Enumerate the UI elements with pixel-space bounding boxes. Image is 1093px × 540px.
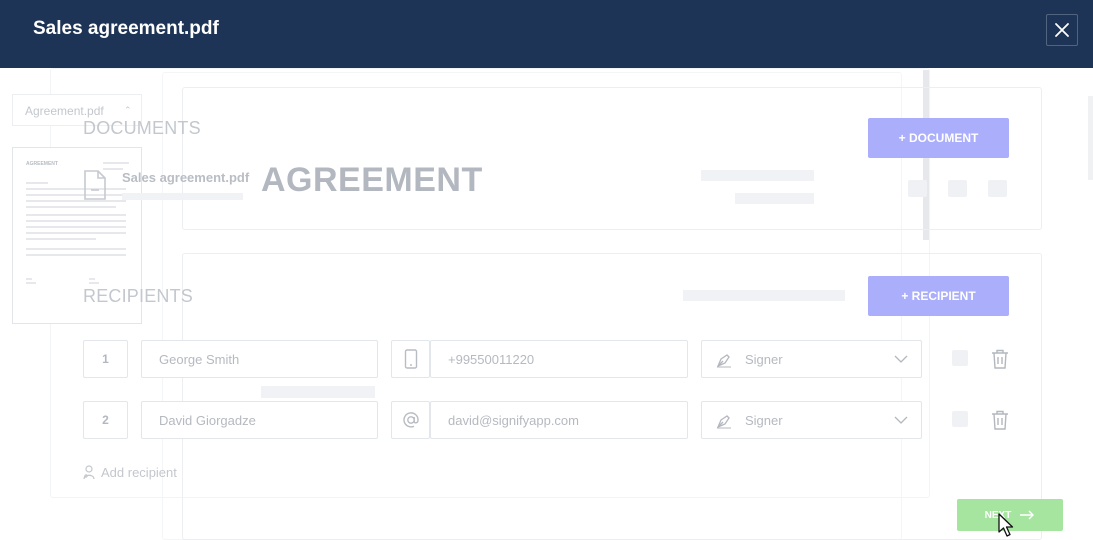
thumbnail-line <box>26 182 48 184</box>
delete-recipient-button[interactable] <box>991 410 1009 435</box>
at-icon <box>402 412 419 428</box>
thumbnail-line <box>26 254 126 256</box>
thumbnail-title: AGREEMENT <box>26 161 58 167</box>
document-action[interactable] <box>908 180 927 197</box>
ghost-divider <box>1088 96 1093 180</box>
recipient-role-value: Signer <box>745 352 783 367</box>
thumbnail-line <box>26 226 126 228</box>
file-select-value: Agreement.pdf <box>25 104 104 118</box>
contact-type-button[interactable] <box>391 340 430 378</box>
thumbnail-line <box>26 282 36 284</box>
thumbnail-line <box>26 206 116 208</box>
recipient-index: 1 <box>83 340 128 378</box>
thumbnail-line <box>26 248 126 250</box>
chevron-up-icon: ⌃ <box>124 105 132 115</box>
thumbnail-line <box>26 238 96 240</box>
trash-icon <box>992 349 1008 369</box>
thumbnail-line <box>26 220 126 222</box>
recipient-contact-field[interactable]: +99550011220 <box>430 340 688 378</box>
thumbnail-line <box>26 200 126 202</box>
ghost-text-line <box>735 193 814 204</box>
pen-icon <box>716 354 731 368</box>
thumbnail-line <box>89 278 95 280</box>
document-action[interactable] <box>948 180 967 197</box>
document-action[interactable] <box>988 180 1007 197</box>
thumbnail-line <box>26 194 126 196</box>
modal-header: Sales agreement.pdf <box>0 0 1093 68</box>
recipient-contact-value: +99550011220 <box>448 352 535 367</box>
thumbnail-line <box>103 162 129 164</box>
recipient-name-field[interactable]: David Giorgadze <box>141 401 378 439</box>
recipient-index: 2 <box>83 401 128 439</box>
modal-title: Sales agreement.pdf <box>33 18 219 39</box>
add-user-icon <box>83 465 95 480</box>
trash-icon <box>992 410 1008 430</box>
recipient-role-value: Signer <box>745 413 783 428</box>
ghost-text-line <box>261 386 375 398</box>
delete-recipient-button[interactable] <box>991 349 1009 374</box>
recipient-checkbox[interactable] <box>952 411 968 427</box>
phone-icon <box>404 349 417 369</box>
add-recipient-button[interactable]: + RECIPIENT <box>868 276 1009 316</box>
document-name-underline <box>122 193 243 200</box>
close-button[interactable] <box>1046 14 1078 46</box>
documents-heading: DOCUMENTS <box>83 118 201 138</box>
thumbnail-line <box>26 278 32 280</box>
ghost-text-line <box>683 290 845 301</box>
recipient-name-value: George Smith <box>159 352 240 367</box>
recipient-contact-value: david@signifyapp.com <box>448 413 579 428</box>
add-recipient-label: Add recipient <box>101 465 177 480</box>
thumbnail-line <box>26 232 126 234</box>
recipients-heading: RECIPIENTS <box>83 286 194 306</box>
arrow-right-icon <box>1020 510 1035 520</box>
close-icon <box>1055 23 1069 37</box>
thumbnail-line <box>26 214 126 216</box>
add-document-button[interactable]: + DOCUMENT <box>868 118 1009 158</box>
document-preview-title: AGREEMENT <box>261 161 483 199</box>
thumbnail-line <box>89 282 99 284</box>
document-icon <box>83 170 107 205</box>
add-recipient-link[interactable]: Add recipient <box>83 465 177 480</box>
contact-type-button[interactable] <box>391 401 430 439</box>
mouse-cursor-icon <box>998 513 1014 537</box>
recipient-role-select[interactable]: Signer <box>701 401 922 439</box>
pen-icon <box>716 415 731 429</box>
thumbnail-line <box>26 188 126 190</box>
recipient-name-field[interactable]: George Smith <box>141 340 378 378</box>
recipient-role-select[interactable]: Signer <box>701 340 922 378</box>
recipient-name-value: David Giorgadze <box>159 413 256 428</box>
documents-card <box>182 87 1042 230</box>
chevron-down-icon <box>894 416 908 424</box>
chevron-down-icon <box>894 355 908 363</box>
recipient-contact-field[interactable]: david@signifyapp.com <box>430 401 688 439</box>
document-name: Sales agreement.pdf <box>122 170 250 185</box>
recipient-checkbox[interactable] <box>952 350 968 366</box>
ghost-text-line <box>701 170 814 181</box>
